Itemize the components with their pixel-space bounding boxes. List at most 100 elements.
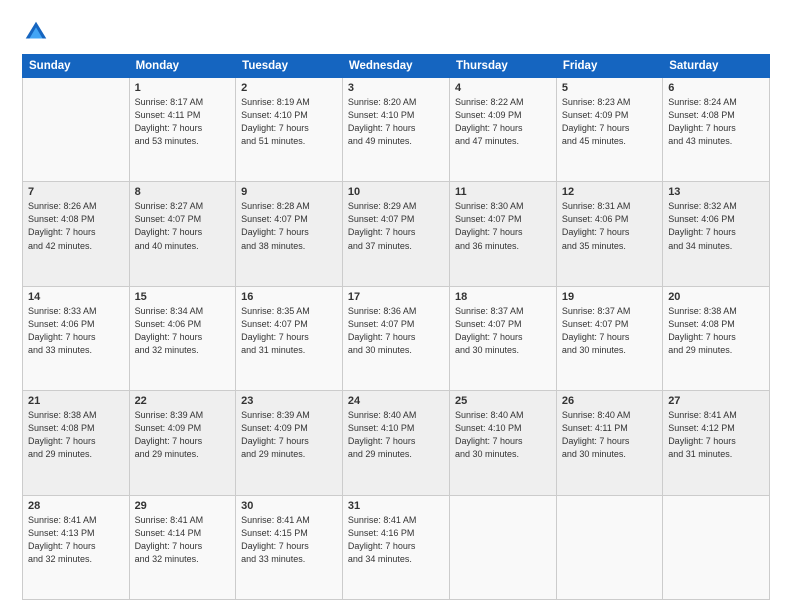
day-number: 9 — [241, 186, 337, 198]
calendar-cell: 31 Sunrise: 8:41 AM Sunset: 4:16 PM Dayli… — [342, 495, 449, 599]
day-number: 27 — [668, 395, 764, 407]
calendar-cell: 23 Sunrise: 8:39 AM Sunset: 4:09 PM Dayli… — [236, 391, 343, 495]
calendar-cell — [556, 495, 662, 599]
day-number: 22 — [135, 395, 231, 407]
header — [22, 18, 770, 46]
day-info: Sunrise: 8:39 AM Sunset: 4:09 PM Dayligh… — [241, 409, 337, 461]
day-number: 21 — [28, 395, 124, 407]
weekday-header-row: SundayMondayTuesdayWednesdayThursdayFrid… — [23, 55, 770, 78]
day-info: Sunrise: 8:30 AM Sunset: 4:07 PM Dayligh… — [455, 200, 551, 252]
calendar-cell: 16 Sunrise: 8:35 AM Sunset: 4:07 PM Dayli… — [236, 286, 343, 390]
calendar-cell: 9Sunrise: 8:28 AM Sunset: 4:07 PM Daylig… — [236, 182, 343, 286]
page: SundayMondayTuesdayWednesdayThursdayFrid… — [0, 0, 792, 612]
day-info: Sunrise: 8:29 AM Sunset: 4:07 PM Dayligh… — [348, 200, 444, 252]
day-number: 15 — [135, 291, 231, 303]
day-info: Sunrise: 8:31 AM Sunset: 4:06 PM Dayligh… — [562, 200, 657, 252]
day-number: 29 — [135, 500, 231, 512]
weekday-header-wednesday: Wednesday — [342, 55, 449, 78]
day-number: 23 — [241, 395, 337, 407]
day-number: 17 — [348, 291, 444, 303]
day-info: Sunrise: 8:32 AM Sunset: 4:06 PM Dayligh… — [668, 200, 764, 252]
day-info: Sunrise: 8:33 AM Sunset: 4:06 PM Dayligh… — [28, 305, 124, 357]
calendar-cell: 3Sunrise: 8:20 AM Sunset: 4:10 PM Daylig… — [342, 78, 449, 182]
day-info: Sunrise: 8:41 AM Sunset: 4:16 PM Dayligh… — [348, 514, 444, 566]
day-number: 31 — [348, 500, 444, 512]
day-info: Sunrise: 8:24 AM Sunset: 4:08 PM Dayligh… — [668, 96, 764, 148]
weekday-header-friday: Friday — [556, 55, 662, 78]
day-info: Sunrise: 8:17 AM Sunset: 4:11 PM Dayligh… — [135, 96, 231, 148]
day-info: Sunrise: 8:36 AM Sunset: 4:07 PM Dayligh… — [348, 305, 444, 357]
calendar-cell: 26 Sunrise: 8:40 AM Sunset: 4:11 PM Dayli… — [556, 391, 662, 495]
weekday-header-monday: Monday — [129, 55, 236, 78]
day-number: 13 — [668, 186, 764, 198]
calendar-cell: 27 Sunrise: 8:41 AM Sunset: 4:12 PM Dayli… — [663, 391, 770, 495]
logo-icon — [22, 18, 50, 46]
weekday-header-tuesday: Tuesday — [236, 55, 343, 78]
calendar-cell: 29 Sunrise: 8:41 AM Sunset: 4:14 PM Dayli… — [129, 495, 236, 599]
day-info: Sunrise: 8:35 AM Sunset: 4:07 PM Dayligh… — [241, 305, 337, 357]
day-number: 19 — [562, 291, 657, 303]
day-number: 10 — [348, 186, 444, 198]
calendar-cell: 25Sunrise: 8:40 AM Sunset: 4:10 PM Dayli… — [450, 391, 557, 495]
day-info: Sunrise: 8:34 AM Sunset: 4:06 PM Dayligh… — [135, 305, 231, 357]
day-number: 16 — [241, 291, 337, 303]
calendar-cell: 18 Sunrise: 8:37 AM Sunset: 4:07 PM Dayli… — [450, 286, 557, 390]
weekday-header-saturday: Saturday — [663, 55, 770, 78]
calendar-week-row: 21 Sunrise: 8:38 AM Sunset: 4:08 PM Dayli… — [23, 391, 770, 495]
day-info: Sunrise: 8:22 AM Sunset: 4:09 PM Dayligh… — [455, 96, 551, 148]
calendar-cell: 19 Sunrise: 8:37 AM Sunset: 4:07 PM Dayli… — [556, 286, 662, 390]
calendar-table: SundayMondayTuesdayWednesdayThursdayFrid… — [22, 54, 770, 600]
calendar-cell: 2 Sunrise: 8:19 AM Sunset: 4:10 PM Daylig… — [236, 78, 343, 182]
calendar-week-row: 28Sunrise: 8:41 AM Sunset: 4:13 PM Dayli… — [23, 495, 770, 599]
day-number: 18 — [455, 291, 551, 303]
day-number: 26 — [562, 395, 657, 407]
day-number: 14 — [28, 291, 124, 303]
day-number: 6 — [668, 82, 764, 94]
calendar-cell: 14 Sunrise: 8:33 AM Sunset: 4:06 PM Dayli… — [23, 286, 130, 390]
day-number: 5 — [562, 82, 657, 94]
calendar-week-row: 7 Sunrise: 8:26 AM Sunset: 4:08 PM Daylig… — [23, 182, 770, 286]
calendar-cell: 30Sunrise: 8:41 AM Sunset: 4:15 PM Dayli… — [236, 495, 343, 599]
day-info: Sunrise: 8:27 AM Sunset: 4:07 PM Dayligh… — [135, 200, 231, 252]
calendar-cell: 28Sunrise: 8:41 AM Sunset: 4:13 PM Dayli… — [23, 495, 130, 599]
day-info: Sunrise: 8:40 AM Sunset: 4:11 PM Dayligh… — [562, 409, 657, 461]
day-info: Sunrise: 8:26 AM Sunset: 4:08 PM Dayligh… — [28, 200, 124, 252]
day-number: 2 — [241, 82, 337, 94]
calendar-cell — [663, 495, 770, 599]
weekday-header-thursday: Thursday — [450, 55, 557, 78]
calendar-cell: 12 Sunrise: 8:31 AM Sunset: 4:06 PM Dayli… — [556, 182, 662, 286]
day-info: Sunrise: 8:19 AM Sunset: 4:10 PM Dayligh… — [241, 96, 337, 148]
calendar-cell — [23, 78, 130, 182]
day-number: 1 — [135, 82, 231, 94]
calendar-body: 1 Sunrise: 8:17 AM Sunset: 4:11 PM Daylig… — [23, 78, 770, 600]
day-info: Sunrise: 8:37 AM Sunset: 4:07 PM Dayligh… — [562, 305, 657, 357]
calendar-cell: 1 Sunrise: 8:17 AM Sunset: 4:11 PM Daylig… — [129, 78, 236, 182]
day-info: Sunrise: 8:41 AM Sunset: 4:13 PM Dayligh… — [28, 514, 124, 566]
calendar-cell: 7 Sunrise: 8:26 AM Sunset: 4:08 PM Daylig… — [23, 182, 130, 286]
weekday-header-sunday: Sunday — [23, 55, 130, 78]
day-number: 24 — [348, 395, 444, 407]
calendar-header: SundayMondayTuesdayWednesdayThursdayFrid… — [23, 55, 770, 78]
calendar-cell: 21 Sunrise: 8:38 AM Sunset: 4:08 PM Dayli… — [23, 391, 130, 495]
day-number: 7 — [28, 186, 124, 198]
day-number: 12 — [562, 186, 657, 198]
calendar-cell — [450, 495, 557, 599]
day-number: 11 — [455, 186, 551, 198]
day-info: Sunrise: 8:41 AM Sunset: 4:12 PM Dayligh… — [668, 409, 764, 461]
day-number: 25 — [455, 395, 551, 407]
day-number: 30 — [241, 500, 337, 512]
day-info: Sunrise: 8:23 AM Sunset: 4:09 PM Dayligh… — [562, 96, 657, 148]
calendar-cell: 10 Sunrise: 8:29 AM Sunset: 4:07 PM Dayli… — [342, 182, 449, 286]
day-info: Sunrise: 8:41 AM Sunset: 4:14 PM Dayligh… — [135, 514, 231, 566]
calendar-cell: 5 Sunrise: 8:23 AM Sunset: 4:09 PM Daylig… — [556, 78, 662, 182]
day-number: 8 — [135, 186, 231, 198]
calendar-cell: 20Sunrise: 8:38 AM Sunset: 4:08 PM Dayli… — [663, 286, 770, 390]
calendar-cell: 17 Sunrise: 8:36 AM Sunset: 4:07 PM Dayli… — [342, 286, 449, 390]
calendar-week-row: 1 Sunrise: 8:17 AM Sunset: 4:11 PM Daylig… — [23, 78, 770, 182]
calendar-cell: 8 Sunrise: 8:27 AM Sunset: 4:07 PM Daylig… — [129, 182, 236, 286]
logo — [22, 18, 54, 46]
day-number: 3 — [348, 82, 444, 94]
day-info: Sunrise: 8:37 AM Sunset: 4:07 PM Dayligh… — [455, 305, 551, 357]
calendar-cell: 22Sunrise: 8:39 AM Sunset: 4:09 PM Dayli… — [129, 391, 236, 495]
day-info: Sunrise: 8:38 AM Sunset: 4:08 PM Dayligh… — [28, 409, 124, 461]
